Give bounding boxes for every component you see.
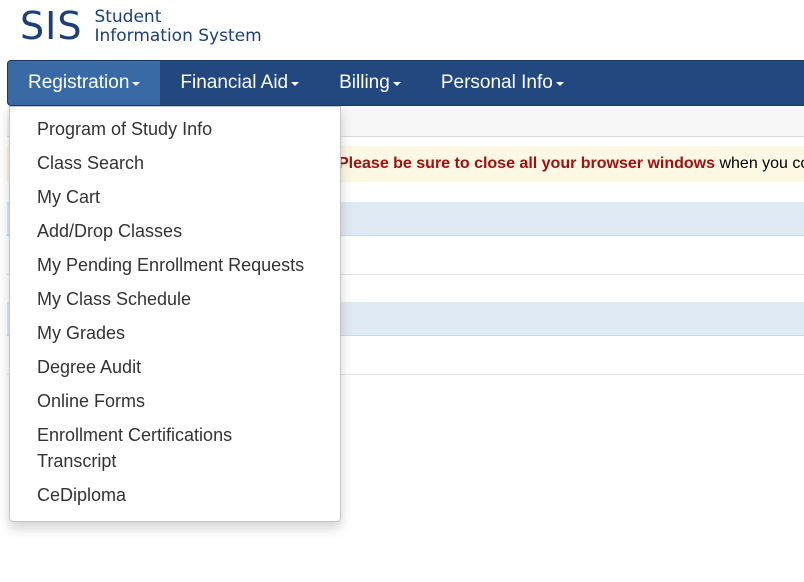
logo-line-1: Student	[94, 7, 162, 27]
caret-down-icon	[291, 82, 300, 86]
nav-personal-info-label: Personal Info	[440, 72, 553, 93]
registration-dropdown-menu: Program of Study Info Class Search My Ca…	[9, 106, 341, 522]
logo-line-2: Information System	[94, 26, 262, 46]
main-navbar: Registration Financial Aid Billing Perso…	[7, 60, 804, 106]
menu-item-add-drop-classes[interactable]: Add/Drop Classes	[10, 218, 340, 244]
nav-personal-info[interactable]: Personal Info	[421, 61, 584, 105]
page: SIS Student Information System Registrat…	[0, 0, 804, 582]
menu-item-program-of-study-info[interactable]: Program of Study Info	[10, 116, 340, 142]
nav-registration-label: Registration	[28, 72, 130, 93]
menu-item-my-pending-enrollment-requests[interactable]: My Pending Enrollment Requests	[10, 252, 340, 278]
menu-item-degree-audit[interactable]: Degree Audit	[10, 354, 340, 380]
menu-item-my-grades[interactable]: My Grades	[10, 320, 340, 346]
menu-item-my-cart[interactable]: My Cart	[10, 184, 340, 210]
logo-mark: SIS	[20, 4, 83, 48]
nav-billing[interactable]: Billing	[319, 61, 421, 105]
menu-item-online-forms[interactable]: Online Forms	[10, 388, 340, 414]
menu-item-class-search[interactable]: Class Search	[10, 150, 340, 176]
nav-registration[interactable]: Registration	[8, 61, 161, 105]
caret-down-icon	[132, 82, 141, 86]
menu-item-transcript[interactable]: Transcript	[10, 448, 340, 474]
sis-logo[interactable]: SIS Student Information System	[20, 6, 262, 46]
nav-financial-aid-label: Financial Aid	[180, 72, 289, 93]
menu-item-enrollment-certifications[interactable]: Enrollment Certifications	[10, 422, 340, 448]
caret-down-icon	[555, 82, 564, 86]
nav-billing-label: Billing	[339, 72, 390, 93]
caret-down-icon	[392, 82, 401, 86]
notice-strong-text: Please be sure to close all your browser…	[338, 155, 716, 172]
menu-item-cediploma[interactable]: CeDiploma	[10, 482, 340, 508]
menu-item-my-class-schedule[interactable]: My Class Schedule	[10, 286, 340, 312]
notice-rest-text: when you co	[715, 155, 804, 172]
nav-financial-aid[interactable]: Financial Aid	[160, 61, 319, 105]
logo-text: Student Information System	[94, 8, 261, 46]
